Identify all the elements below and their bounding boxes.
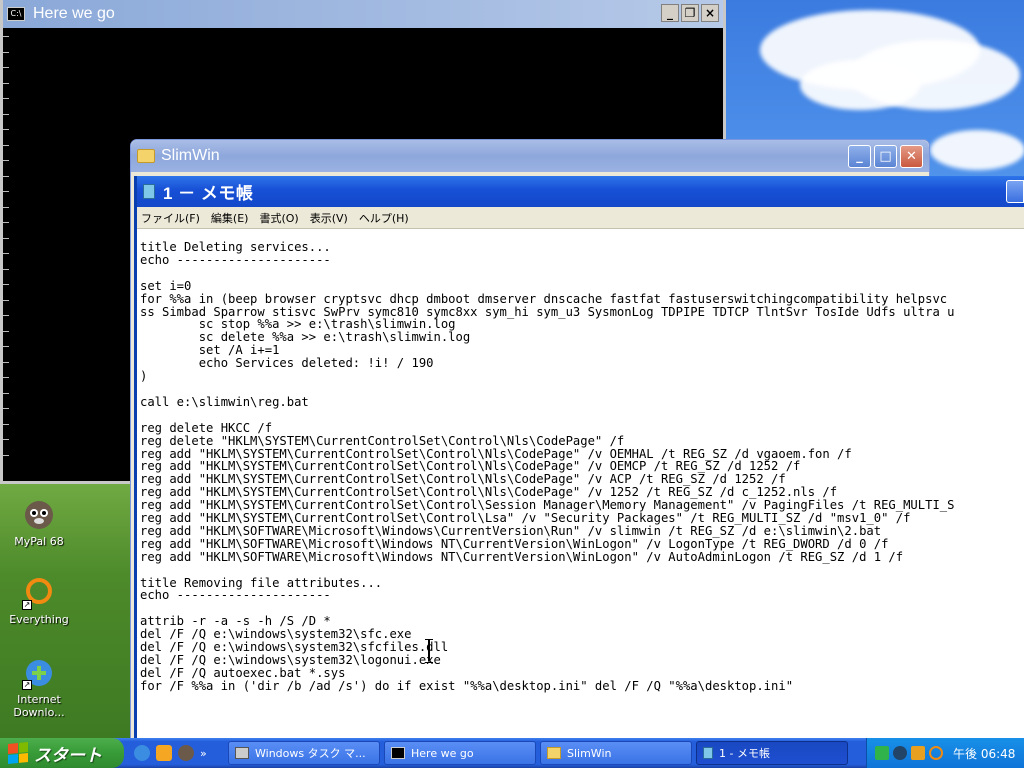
console-tick (3, 113, 9, 130)
taskbar-button-console[interactable]: Here we go (384, 741, 536, 765)
notepad-icon (703, 747, 713, 759)
console-tick (3, 206, 9, 223)
network-icon[interactable] (875, 746, 889, 760)
cmd-icon (391, 747, 405, 759)
console-tick (3, 454, 9, 471)
console-tick (3, 439, 9, 455)
media-icon[interactable] (156, 745, 172, 761)
shortcut-arrow-icon: ↗ (22, 600, 32, 610)
menu-format[interactable]: 書式(O) (259, 210, 298, 226)
desktop-icon-everything[interactable]: ↗ Everything (1, 576, 77, 626)
menu-view[interactable]: 表示(V) (310, 210, 348, 226)
console-tick (3, 423, 9, 440)
editor-content[interactable]: title Deleting services... echo --------… (137, 229, 1024, 693)
console-tick (3, 330, 9, 347)
console-tick (3, 253, 9, 269)
console-tick (3, 284, 9, 300)
console-tick (3, 361, 9, 378)
text-cursor-icon (425, 639, 433, 663)
folder-icon (137, 149, 155, 163)
console-tick (3, 98, 9, 114)
ie-icon[interactable] (134, 745, 150, 761)
console-tick (3, 392, 9, 409)
console-tick (3, 144, 9, 161)
start-label: スタート (34, 745, 102, 766)
console-scroll-ticks (3, 36, 11, 470)
restore-button[interactable]: ❐ (681, 4, 699, 22)
console-tick (3, 299, 9, 316)
raccoon-icon (22, 498, 56, 532)
console-tick (3, 160, 9, 176)
console-tick (3, 191, 9, 207)
folder-icon (547, 747, 561, 759)
slimwin-titlebar[interactable]: SlimWin _ □ ✕ (131, 140, 929, 172)
close-button[interactable]: × (701, 4, 719, 22)
taskbar-button-label: Windows タスク マ... (255, 747, 366, 760)
system-tray: 午後 06:48 (866, 738, 1024, 768)
console-tick (3, 315, 9, 331)
taskbar-button-label: Here we go (411, 746, 474, 760)
console-tick (3, 175, 9, 192)
quick-launch-chevron[interactable]: » (200, 747, 207, 760)
desktop-icon-mypal[interactable]: MyPal 68 (1, 498, 77, 548)
maximize-button[interactable]: □ (874, 145, 897, 168)
console-tick (3, 67, 9, 83)
taskbar: スタート » Windows タスク マ... Here we go SlimW… (0, 738, 1024, 768)
close-button[interactable]: ✕ (900, 145, 923, 168)
minimize-button[interactable] (1006, 180, 1024, 203)
console-title: Here we go (33, 5, 115, 22)
task-manager-icon (235, 747, 249, 759)
everything-icon: ↗ (22, 576, 56, 610)
menu-edit[interactable]: 編集(E) (211, 210, 249, 226)
minimize-button[interactable]: _ (661, 4, 679, 22)
cmd-icon: C:\ (7, 7, 25, 21)
raccoon-icon[interactable] (178, 745, 194, 761)
menu-bar: ファイル(F) 編集(E) 書式(O) 表示(V) ヘルプ(H) (137, 207, 1024, 229)
globe-icon[interactable] (893, 746, 907, 760)
console-tick (3, 237, 9, 254)
clock[interactable]: 午後 06:48 (953, 745, 1015, 762)
menu-file[interactable]: ファイル(F) (141, 210, 200, 226)
cloud (800, 60, 920, 110)
console-tick (3, 82, 9, 99)
taskbar-button-slimwin[interactable]: SlimWin (540, 741, 692, 765)
update-icon[interactable] (911, 746, 925, 760)
console-tick (3, 51, 9, 68)
desktop-icon-internet-download[interactable]: ↗ Internet Downlo... (1, 656, 77, 719)
console-tick (3, 36, 9, 52)
taskbar-button-notepad[interactable]: 1 - メモ帳 (696, 741, 848, 765)
search-icon[interactable] (929, 746, 943, 760)
shortcut-arrow-icon: ↗ (22, 680, 32, 690)
minimize-button[interactable]: _ (848, 145, 871, 168)
taskbar-button-label: SlimWin (567, 746, 612, 760)
download-icon: ↗ (22, 656, 56, 690)
console-titlebar[interactable]: C:\ Here we go _ ❐ × (3, 0, 723, 28)
taskbar-button-task-manager[interactable]: Windows タスク マ... (228, 741, 380, 765)
menu-help[interactable]: ヘルプ(H) (359, 210, 409, 226)
notepad-title: 1 － メモ帳 (163, 184, 254, 203)
desktop-icon-label: Everything (9, 613, 69, 626)
quick-launch: » (134, 745, 224, 761)
notepad-icon (143, 184, 155, 199)
console-tick (3, 346, 9, 362)
desktop-icon-label: MyPal 68 (14, 535, 64, 548)
console-tick (3, 268, 9, 285)
console-tick (3, 129, 9, 145)
notepad-window[interactable]: 1 － メモ帳 ファイル(F) 編集(E) 書式(O) 表示(V) ヘルプ(H)… (134, 176, 1024, 738)
console-tick (3, 222, 9, 238)
console-tick (3, 377, 9, 393)
cloud (930, 130, 1024, 170)
slimwin-title: SlimWin (161, 147, 220, 164)
taskbar-button-label: 1 - メモ帳 (719, 747, 770, 760)
start-button[interactable]: スタート (0, 738, 124, 768)
text-editor[interactable]: title Deleting services... echo --------… (137, 229, 1024, 738)
windows-flag-icon (8, 741, 28, 765)
console-tick (3, 408, 9, 424)
desktop-icon-label: Internet Downlo... (13, 693, 65, 719)
notepad-titlebar[interactable]: 1 － メモ帳 (137, 176, 1024, 207)
